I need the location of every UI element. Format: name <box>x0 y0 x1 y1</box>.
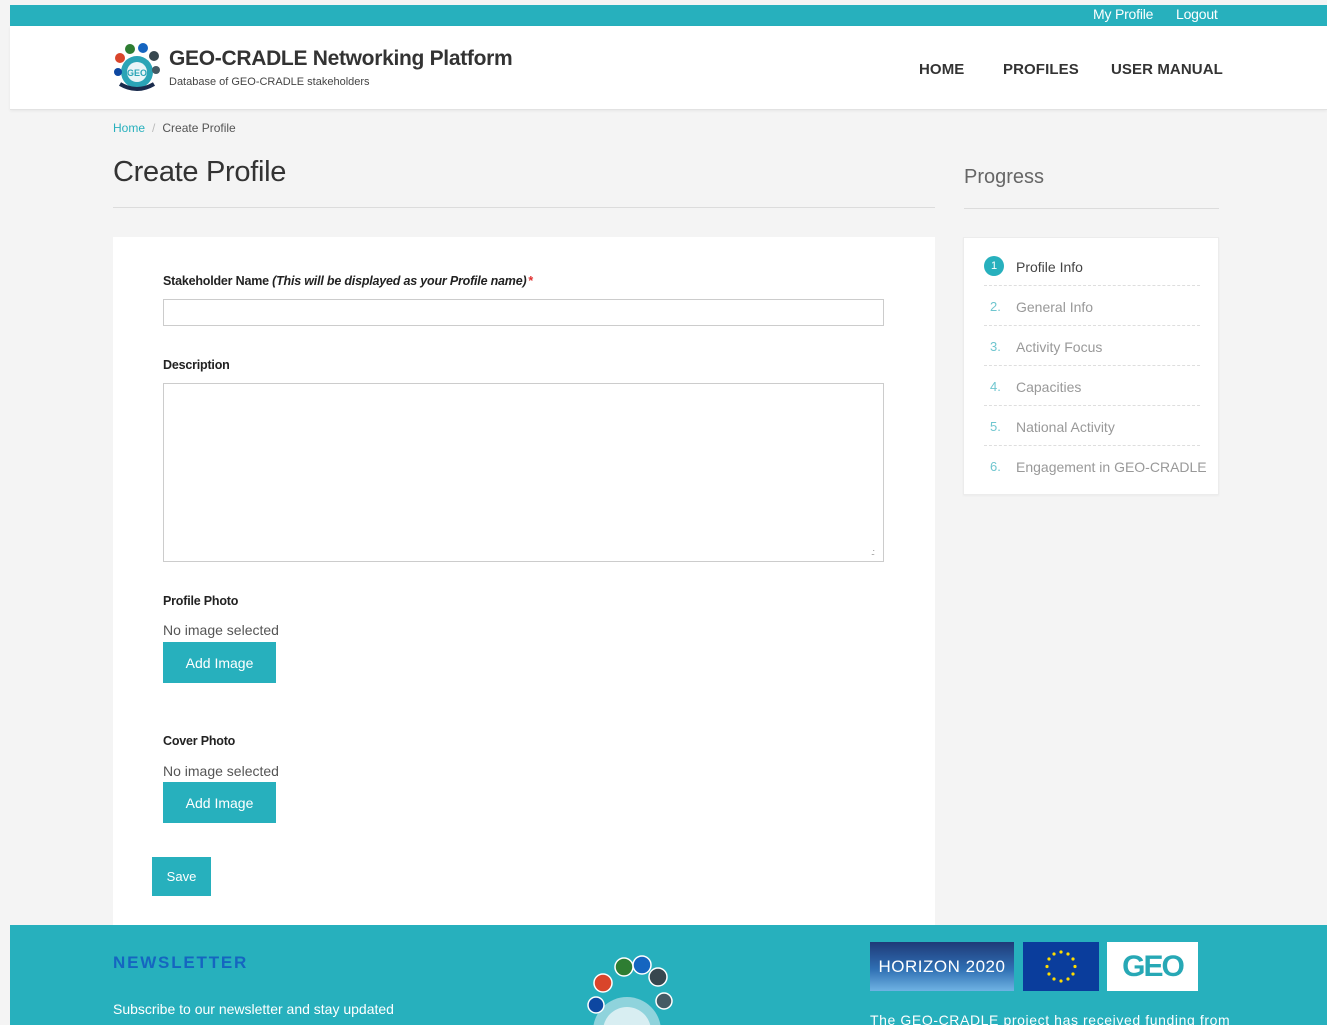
breadcrumb: Home / Create Profile <box>113 121 236 135</box>
progress-steps: 1 Profile Info 2. General Info 3. Activi… <box>963 237 1219 495</box>
step-number: 2. <box>990 299 1001 314</box>
progress-step-general-info[interactable]: 2. General Info <box>984 286 1200 326</box>
newsletter-text: Subscribe to our newsletter and stay upd… <box>113 1001 394 1017</box>
step-label: Profile Info <box>1016 259 1083 275</box>
step-label: Capacities <box>1016 379 1082 395</box>
breadcrumb-separator: / <box>152 121 156 135</box>
progress-title: Progress <box>964 166 1045 188</box>
breadcrumb-home[interactable]: Home <box>113 121 145 135</box>
step-number: 5. <box>990 419 1001 434</box>
site-subtitle: Database of GEO-CRADLE stakeholders <box>169 76 370 88</box>
svg-text:GEO: GEO <box>127 68 147 78</box>
step-label: General Info <box>1016 299 1094 315</box>
progress-step-engagement[interactable]: 6. Engagement in GEO-CRADLE <box>984 446 1207 486</box>
logout-link[interactable]: Logout <box>1176 6 1218 22</box>
stakeholder-name-label: Stakeholder Name (This will be displayed… <box>163 274 533 288</box>
step-label: Engagement in GEO-CRADLE <box>1016 459 1207 475</box>
stakeholder-name-hint: (This will be displayed as your Profile … <box>272 274 527 288</box>
step-number: 3. <box>990 339 1001 354</box>
step-number-badge: 1 <box>984 256 1004 276</box>
add-profile-image-button[interactable]: Add Image <box>163 642 276 683</box>
progress-step-capacities[interactable]: 4. Capacities <box>984 366 1200 406</box>
step-number: 4. <box>990 379 1001 394</box>
eu-flag-icon <box>1023 942 1099 991</box>
step-label: Activity Focus <box>1016 339 1103 355</box>
site-title[interactable]: GEO-CRADLE Networking Platform <box>169 47 513 71</box>
site-header: GEO GEO-CRADLE Networking Platform Datab… <box>10 26 1327 110</box>
funding-statement: The GEO-CRADLE project has received fund… <box>870 1012 1231 1025</box>
textarea-resize-handle-icon[interactable]: .: <box>871 547 875 557</box>
step-label: National Activity <box>1016 419 1115 435</box>
cover-photo-status: No image selected <box>163 763 279 779</box>
nav-profiles[interactable]: PROFILES <box>1003 61 1079 78</box>
top-utility-bar: My Profile Logout <box>10 5 1327 26</box>
geo-cradle-logo-icon[interactable]: GEO <box>114 42 160 92</box>
geo-logo: GEO <box>1107 942 1198 991</box>
save-button[interactable]: Save <box>152 857 211 896</box>
page-title: Create Profile <box>113 156 287 188</box>
stakeholder-name-input[interactable] <box>163 299 884 326</box>
horizon-2020-logo: HORIZON 2020 <box>870 942 1014 991</box>
required-marker: * <box>528 274 534 288</box>
description-label: Description <box>163 358 230 372</box>
newsletter-title: NEWSLETTER <box>113 953 249 972</box>
profile-photo-status: No image selected <box>163 622 279 638</box>
stakeholder-name-label-text: Stakeholder Name <box>163 274 269 288</box>
profile-form: Stakeholder Name (This will be displayed… <box>113 237 935 925</box>
step-number: 6. <box>990 459 1001 474</box>
breadcrumb-current: Create Profile <box>162 121 236 135</box>
profile-photo-label: Profile Photo <box>163 594 239 608</box>
title-divider <box>113 207 935 208</box>
progress-step-profile-info[interactable]: 1 Profile Info <box>984 246 1200 286</box>
add-cover-image-button[interactable]: Add Image <box>163 782 276 823</box>
progress-divider <box>964 208 1219 209</box>
cover-photo-label: Cover Photo <box>163 734 236 748</box>
geo-cradle-footer-logo-icon <box>587 955 673 1025</box>
site-footer: NEWSLETTER Subscribe to our newsletter a… <box>10 925 1327 1025</box>
my-profile-link[interactable]: My Profile <box>1093 6 1153 22</box>
progress-step-national-activity[interactable]: 5. National Activity <box>984 406 1200 446</box>
nav-user-manual[interactable]: USER MANUAL <box>1111 61 1223 78</box>
description-textarea[interactable] <box>163 383 884 562</box>
progress-step-activity-focus[interactable]: 3. Activity Focus <box>984 326 1200 366</box>
nav-home[interactable]: HOME <box>919 61 964 78</box>
